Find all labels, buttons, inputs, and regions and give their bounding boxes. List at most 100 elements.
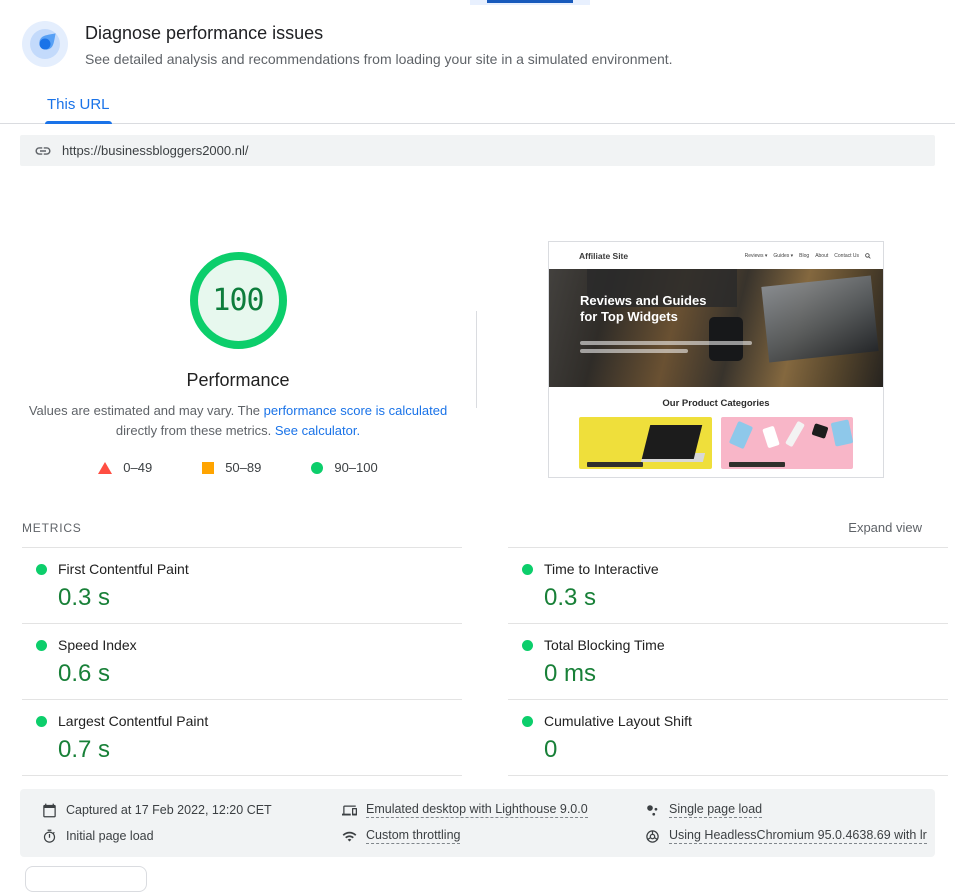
tab-this-url[interactable]: This URL [45, 92, 112, 124]
thumbnail-section-title: Our Product Categories [662, 398, 770, 409]
gadget-shape [830, 419, 853, 447]
metric-value: 0.3 s [544, 584, 597, 611]
hero-title-line2: for Top Widgets [580, 309, 678, 324]
category-card-yellow [579, 417, 712, 469]
metric-largest-contentful-paint: Largest Contentful Paint 0.7 s [22, 699, 462, 776]
metric-name: First Contentful Paint [58, 561, 189, 577]
hero-subtext-bar [580, 349, 688, 353]
thumbnail-site-header: Affiliate Site Reviews ▾ Guides ▾ Blog A… [549, 242, 883, 269]
thumb-nav-blog: Blog [799, 252, 810, 259]
tab-active-indicator [45, 121, 112, 124]
metric-time-to-interactive: Time to Interactive 0.3 s [508, 547, 948, 623]
expand-view-button[interactable]: Expand view [848, 520, 922, 535]
metric-value: 0.3 s [58, 584, 111, 611]
legend-pass-label: 90–100 [334, 460, 378, 475]
legend-fail-range: 0–49 [98, 460, 152, 475]
metric-name: Time to Interactive [544, 561, 659, 577]
metric-value: 0.7 s [58, 736, 111, 763]
thumb-nav-about: About [815, 252, 829, 259]
pass-circle-icon [36, 563, 47, 575]
card-laptop-shape [641, 425, 702, 459]
link-icon [35, 146, 51, 155]
devices-icon [342, 805, 357, 815]
performance-category-label: Performance [186, 370, 290, 390]
throttling-text[interactable]: Custom throttling [366, 828, 461, 844]
average-square-icon [202, 461, 215, 474]
metric-name: Total Blocking Time [544, 637, 665, 653]
thumb-nav-guides: Guides ▾ [773, 252, 794, 259]
thumb-search-icon [865, 252, 871, 259]
capture-environment-footer: Captured at 17 Feb 2022, 12:20 CET Initi… [20, 789, 935, 857]
browser-version-item[interactable]: Using HeadlessChromium 95.0.4638.69 with… [645, 828, 935, 844]
pass-circle-icon [311, 461, 324, 474]
browser-version-text[interactable]: Using HeadlessChromium 95.0.4638.69 with… [669, 828, 927, 844]
pass-circle-icon [522, 715, 533, 727]
analyzed-url: https://businessbloggers2000.nl/ [62, 143, 249, 158]
url-tab-bar: This URL [0, 92, 955, 124]
metric-name: Largest Contentful Paint [58, 713, 209, 729]
initial-page-load-item: Initial page load [42, 828, 342, 844]
single-page-load-item[interactable]: Single page load [645, 802, 935, 818]
gadget-shape [728, 420, 753, 450]
card-label-bar [587, 462, 643, 467]
emulated-device-item[interactable]: Emulated desktop with Lighthouse 9.0.0 [342, 802, 645, 818]
metric-value: 0.6 s [58, 660, 111, 687]
card-label-bar [728, 462, 785, 467]
metrics-grid: First Contentful Paint 0.3 s Time to Int… [22, 547, 948, 776]
analyzed-url-bar: https://businessbloggers2000.nl/ [20, 135, 935, 166]
tab-this-url-label: This URL [47, 96, 110, 113]
page-subtitle: See detailed analysis and recommendation… [85, 51, 673, 67]
score-description-text-1: Values are estimated and may vary. The [28, 403, 264, 418]
pass-circle-icon [36, 715, 47, 727]
metric-cumulative-layout-shift: Cumulative Layout Shift 0 [508, 699, 948, 776]
score-calculation-link[interactable]: performance score is calculated [264, 403, 448, 418]
summary-divider [476, 311, 477, 408]
metric-value: 0 [544, 736, 558, 763]
metric-name: Speed Index [58, 637, 137, 653]
score-scale-legend: 0–49 50–89 90–100 [73, 460, 402, 475]
gadget-shape [784, 420, 805, 448]
chrome-icon [646, 829, 659, 843]
captured-at-item: Captured at 17 Feb 2022, 12:20 CET [42, 802, 342, 818]
captured-at-text: Captured at 17 Feb 2022, 12:20 CET [66, 803, 272, 817]
top-tab-remnant [470, 0, 590, 5]
legend-pass-range: 90–100 [311, 460, 378, 475]
gadget-shape [810, 423, 829, 439]
performance-score-gauge: 100 [189, 252, 287, 349]
network-icon [342, 831, 357, 841]
throttling-item[interactable]: Custom throttling [342, 828, 645, 844]
metric-value: 0 ms [544, 660, 597, 687]
pass-circle-icon [522, 563, 533, 575]
category-card-pink [720, 417, 853, 469]
hero-laptop-shape [761, 275, 879, 363]
metric-total-blocking-time: Total Blocking Time 0 ms [508, 623, 948, 699]
metric-first-contentful-paint: First Contentful Paint 0.3 s [22, 547, 462, 623]
emulated-device-text[interactable]: Emulated desktop with Lighthouse 9.0.0 [366, 802, 588, 818]
fail-triangle-icon [98, 461, 113, 474]
thumb-nav-contact: Contact Us [834, 252, 859, 259]
cut-off-expand-button[interactable] [25, 866, 147, 892]
hero-title-line1: Reviews and Guides [580, 293, 707, 308]
thumbnail-site-name: Affiliate Site [579, 250, 629, 261]
metrics-section-label: METRICS [22, 520, 82, 535]
performance-score-value: 100 [212, 283, 264, 318]
score-description-text-2: directly from these metrics. [115, 423, 275, 438]
thumb-nav-reviews: Reviews ▾ [744, 252, 768, 259]
calendar-icon [43, 803, 56, 817]
legend-average-range: 50–89 [202, 460, 261, 475]
final-screenshot-thumbnail: Affiliate Site Reviews ▾ Guides ▾ Blog A… [548, 241, 884, 478]
initial-page-load-text: Initial page load [66, 829, 154, 843]
metric-speed-index: Speed Index 0.6 s [22, 623, 462, 699]
see-calculator-link[interactable]: See calculator. [275, 423, 360, 438]
tab-indicator-bar [487, 0, 573, 3]
performance-summary: 100 Performance Values are estimated and… [0, 166, 955, 478]
single-page-load-text[interactable]: Single page load [669, 802, 763, 818]
hero-camera-lens-shape [709, 317, 743, 361]
page-load-icon [647, 804, 658, 816]
pass-circle-icon [36, 639, 47, 651]
thumbnail-category-cards [549, 409, 883, 469]
thumbnail-site-nav: Reviews ▾ Guides ▾ Blog About Contact Us [745, 253, 871, 259]
score-description: Values are estimated and may vary. The p… [13, 401, 463, 441]
legend-average-label: 50–89 [225, 460, 262, 475]
stopwatch-icon [43, 829, 56, 843]
